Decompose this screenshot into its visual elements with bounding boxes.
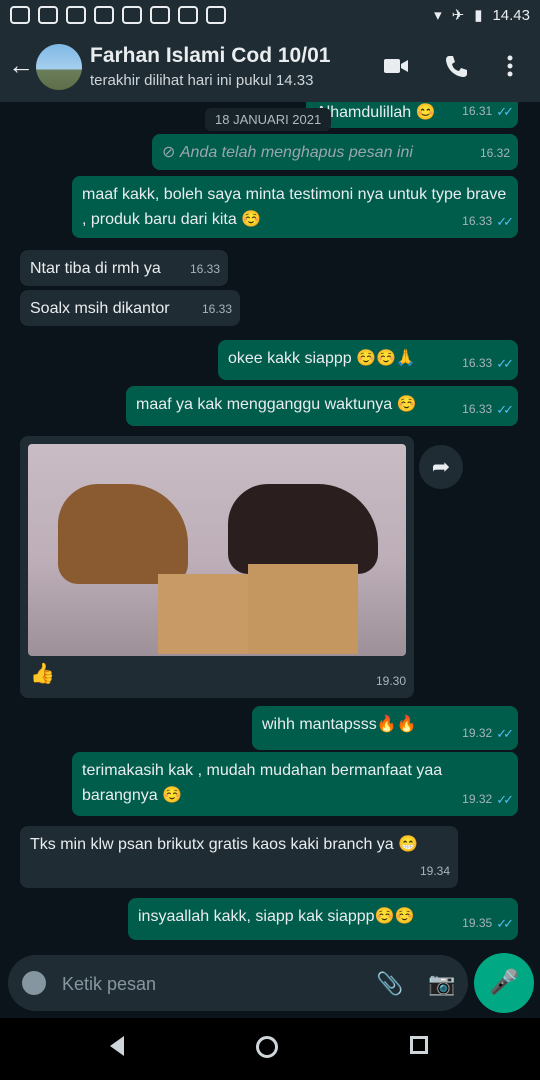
system-status: ▾ ✈ ▮ 14.43 — [434, 6, 530, 25]
message-meta: 19.32 ✓✓ — [462, 721, 514, 746]
double-check-icon: ✓✓ — [496, 402, 514, 417]
android-nav-bar — [0, 1018, 540, 1080]
image-message[interactable]: 👍 19.30 — [20, 436, 414, 698]
message-time: 19.34 — [419, 864, 450, 878]
message-meta: 19.32 ✓✓ — [462, 787, 514, 812]
message-text: 👍 — [30, 663, 55, 685]
laptop-icon — [206, 6, 226, 24]
youtube-icon — [150, 6, 170, 24]
message-bubble[interactable]: Ntar tiba di rmh ya 16.33 — [20, 250, 228, 286]
double-check-icon: ✓✓ — [496, 214, 514, 229]
last-seen: terakhir dilihat hari ini pukul 14.33 — [90, 72, 314, 89]
message-composer: 📎 📷 — [8, 955, 468, 1011]
message-meta: 16.33 ✓✓ — [462, 209, 514, 234]
double-check-icon: ✓✓ — [496, 356, 514, 371]
double-check-icon: ✓✓ — [496, 792, 514, 807]
message-text: Ntar tiba di rmh ya — [30, 260, 161, 277]
message-text: maaf kakk, boleh saya minta testimoni ny… — [82, 186, 507, 228]
message-bubble[interactable]: okee kakk siappp ☺️☺️🙏 16.33 ✓✓ — [218, 340, 518, 380]
paperclip-icon[interactable]: 📎 — [376, 971, 403, 997]
clock: 14.43 — [492, 6, 530, 24]
message-input[interactable] — [60, 969, 354, 999]
video-call-icon[interactable] — [382, 52, 412, 82]
nav-back-icon[interactable] — [110, 1036, 124, 1056]
message-meta: 16.33 — [190, 257, 220, 282]
message-bubble[interactable]: ⊘ Anda telah menghapus pesan ini 16.32 — [152, 134, 518, 170]
message-bubble[interactable]: Alhamdulillah 😊 16.31 ✓✓ — [306, 102, 518, 128]
gallery-icon — [122, 6, 142, 24]
message-time: 19.32 — [462, 792, 493, 806]
double-check-icon: ✓✓ — [496, 726, 514, 741]
message-text: Soalx msih dikantor — [30, 300, 170, 317]
conversation[interactable]: Alhamdulillah 😊 16.31 ✓✓ 18 JANUARI 2021… — [0, 102, 540, 950]
app-notification-icon — [10, 6, 30, 24]
shoe-box — [158, 574, 258, 654]
black-boot — [228, 484, 378, 574]
double-check-icon: ✓✓ — [496, 104, 514, 119]
message-text: okee kakk siappp ☺️☺️🙏 — [228, 350, 416, 367]
more-vertical-icon[interactable] — [500, 52, 530, 82]
shoe-box — [248, 564, 358, 654]
message-bubble[interactable]: wihh mantapsss🔥🔥 19.32 ✓✓ — [252, 706, 518, 750]
lazada-icon — [94, 6, 114, 24]
message-time: 16.33 — [462, 356, 493, 370]
message-text: Alhamdulillah 😊 — [316, 104, 436, 121]
message-time: 16.33 — [462, 402, 493, 416]
message-text: Tks min klw psan brikutx gratis kaos kak… — [30, 836, 419, 853]
date-chip: 18 JANUARI 2021 — [205, 108, 332, 131]
message-bubble[interactable]: Tks min klw psan brikutx gratis kaos kak… — [20, 826, 458, 888]
contact-name[interactable]: Farhan Islami Cod 10/01 — [90, 44, 330, 68]
message-time: 16.31 — [462, 104, 493, 118]
battery-icon: ▮ — [474, 7, 483, 24]
message-text: terimakasih kak , mudah mudahan bermanfa… — [82, 762, 443, 804]
avatar[interactable] — [36, 44, 82, 90]
parking-icon — [178, 6, 198, 24]
message-time: 19.30 — [375, 674, 406, 688]
message-bubble[interactable]: maaf ya kak mengganggu waktunya ☺️ 16.33… — [126, 386, 518, 426]
chat-header: ← Farhan Islami Cod 10/01 terakhir dilih… — [0, 32, 540, 102]
arrow-left-icon[interactable]: ← — [8, 52, 34, 78]
message-time: 16.33 — [189, 262, 220, 276]
microphone-icon[interactable]: 🎤 — [474, 953, 534, 1013]
message-time: 16.33 — [201, 302, 232, 316]
phone-icon[interactable] — [443, 52, 473, 82]
message-meta: 19.34 — [420, 859, 450, 884]
message-meta: 19.35 ✓✓ — [462, 911, 514, 936]
message-text: Anda telah menghapus pesan ini — [179, 144, 413, 161]
message-time: 19.32 — [462, 726, 493, 740]
message-bubble[interactable]: maaf kakk, boleh saya minta testimoni ny… — [72, 176, 518, 238]
forward-icon[interactable]: ➦ — [419, 445, 463, 489]
wifi-icon: ▾ — [434, 7, 442, 24]
message-meta: 16.33 — [202, 297, 232, 322]
message-text: insyaallah kakk, siapp kak siappp☺️☺️ — [138, 908, 415, 925]
message-meta: 16.31 ✓✓ — [462, 102, 514, 124]
camera-icon[interactable]: 📷 — [428, 971, 455, 996]
emoji-icon[interactable] — [22, 971, 46, 995]
message-text: wihh mantapsss🔥🔥 — [262, 716, 417, 733]
instagram-icon — [66, 6, 86, 24]
message-meta: 19.30 — [376, 669, 406, 694]
message-time: 16.33 — [462, 214, 493, 228]
airplane-icon: ✈ — [451, 7, 465, 24]
status-bar: ▾ ✈ ▮ 14.43 — [0, 0, 540, 32]
notification-icons — [10, 6, 226, 24]
message-meta: 16.33 ✓✓ — [462, 351, 514, 376]
message-meta: 16.33 ✓✓ — [462, 397, 514, 422]
instagram-icon — [38, 6, 58, 24]
message-time: 19.35 — [462, 916, 493, 930]
brown-boot — [58, 484, 188, 584]
message-meta: 16.32 — [480, 141, 510, 166]
message-bubble[interactable]: terimakasih kak , mudah mudahan bermanfa… — [72, 752, 518, 816]
nav-home-icon[interactable] — [256, 1036, 278, 1058]
message-bubble[interactable]: Soalx msih dikantor 16.33 — [20, 290, 240, 326]
double-check-icon: ✓✓ — [496, 916, 514, 931]
nav-recents-icon[interactable] — [410, 1036, 428, 1054]
product-photo[interactable] — [28, 444, 406, 656]
message-time: 16.32 — [479, 146, 510, 160]
message-text: maaf ya kak mengganggu waktunya ☺️ — [136, 396, 417, 413]
deleted-icon: ⊘ — [162, 144, 180, 161]
message-bubble[interactable]: insyaallah kakk, siapp kak siappp☺️☺️ 19… — [128, 898, 518, 940]
